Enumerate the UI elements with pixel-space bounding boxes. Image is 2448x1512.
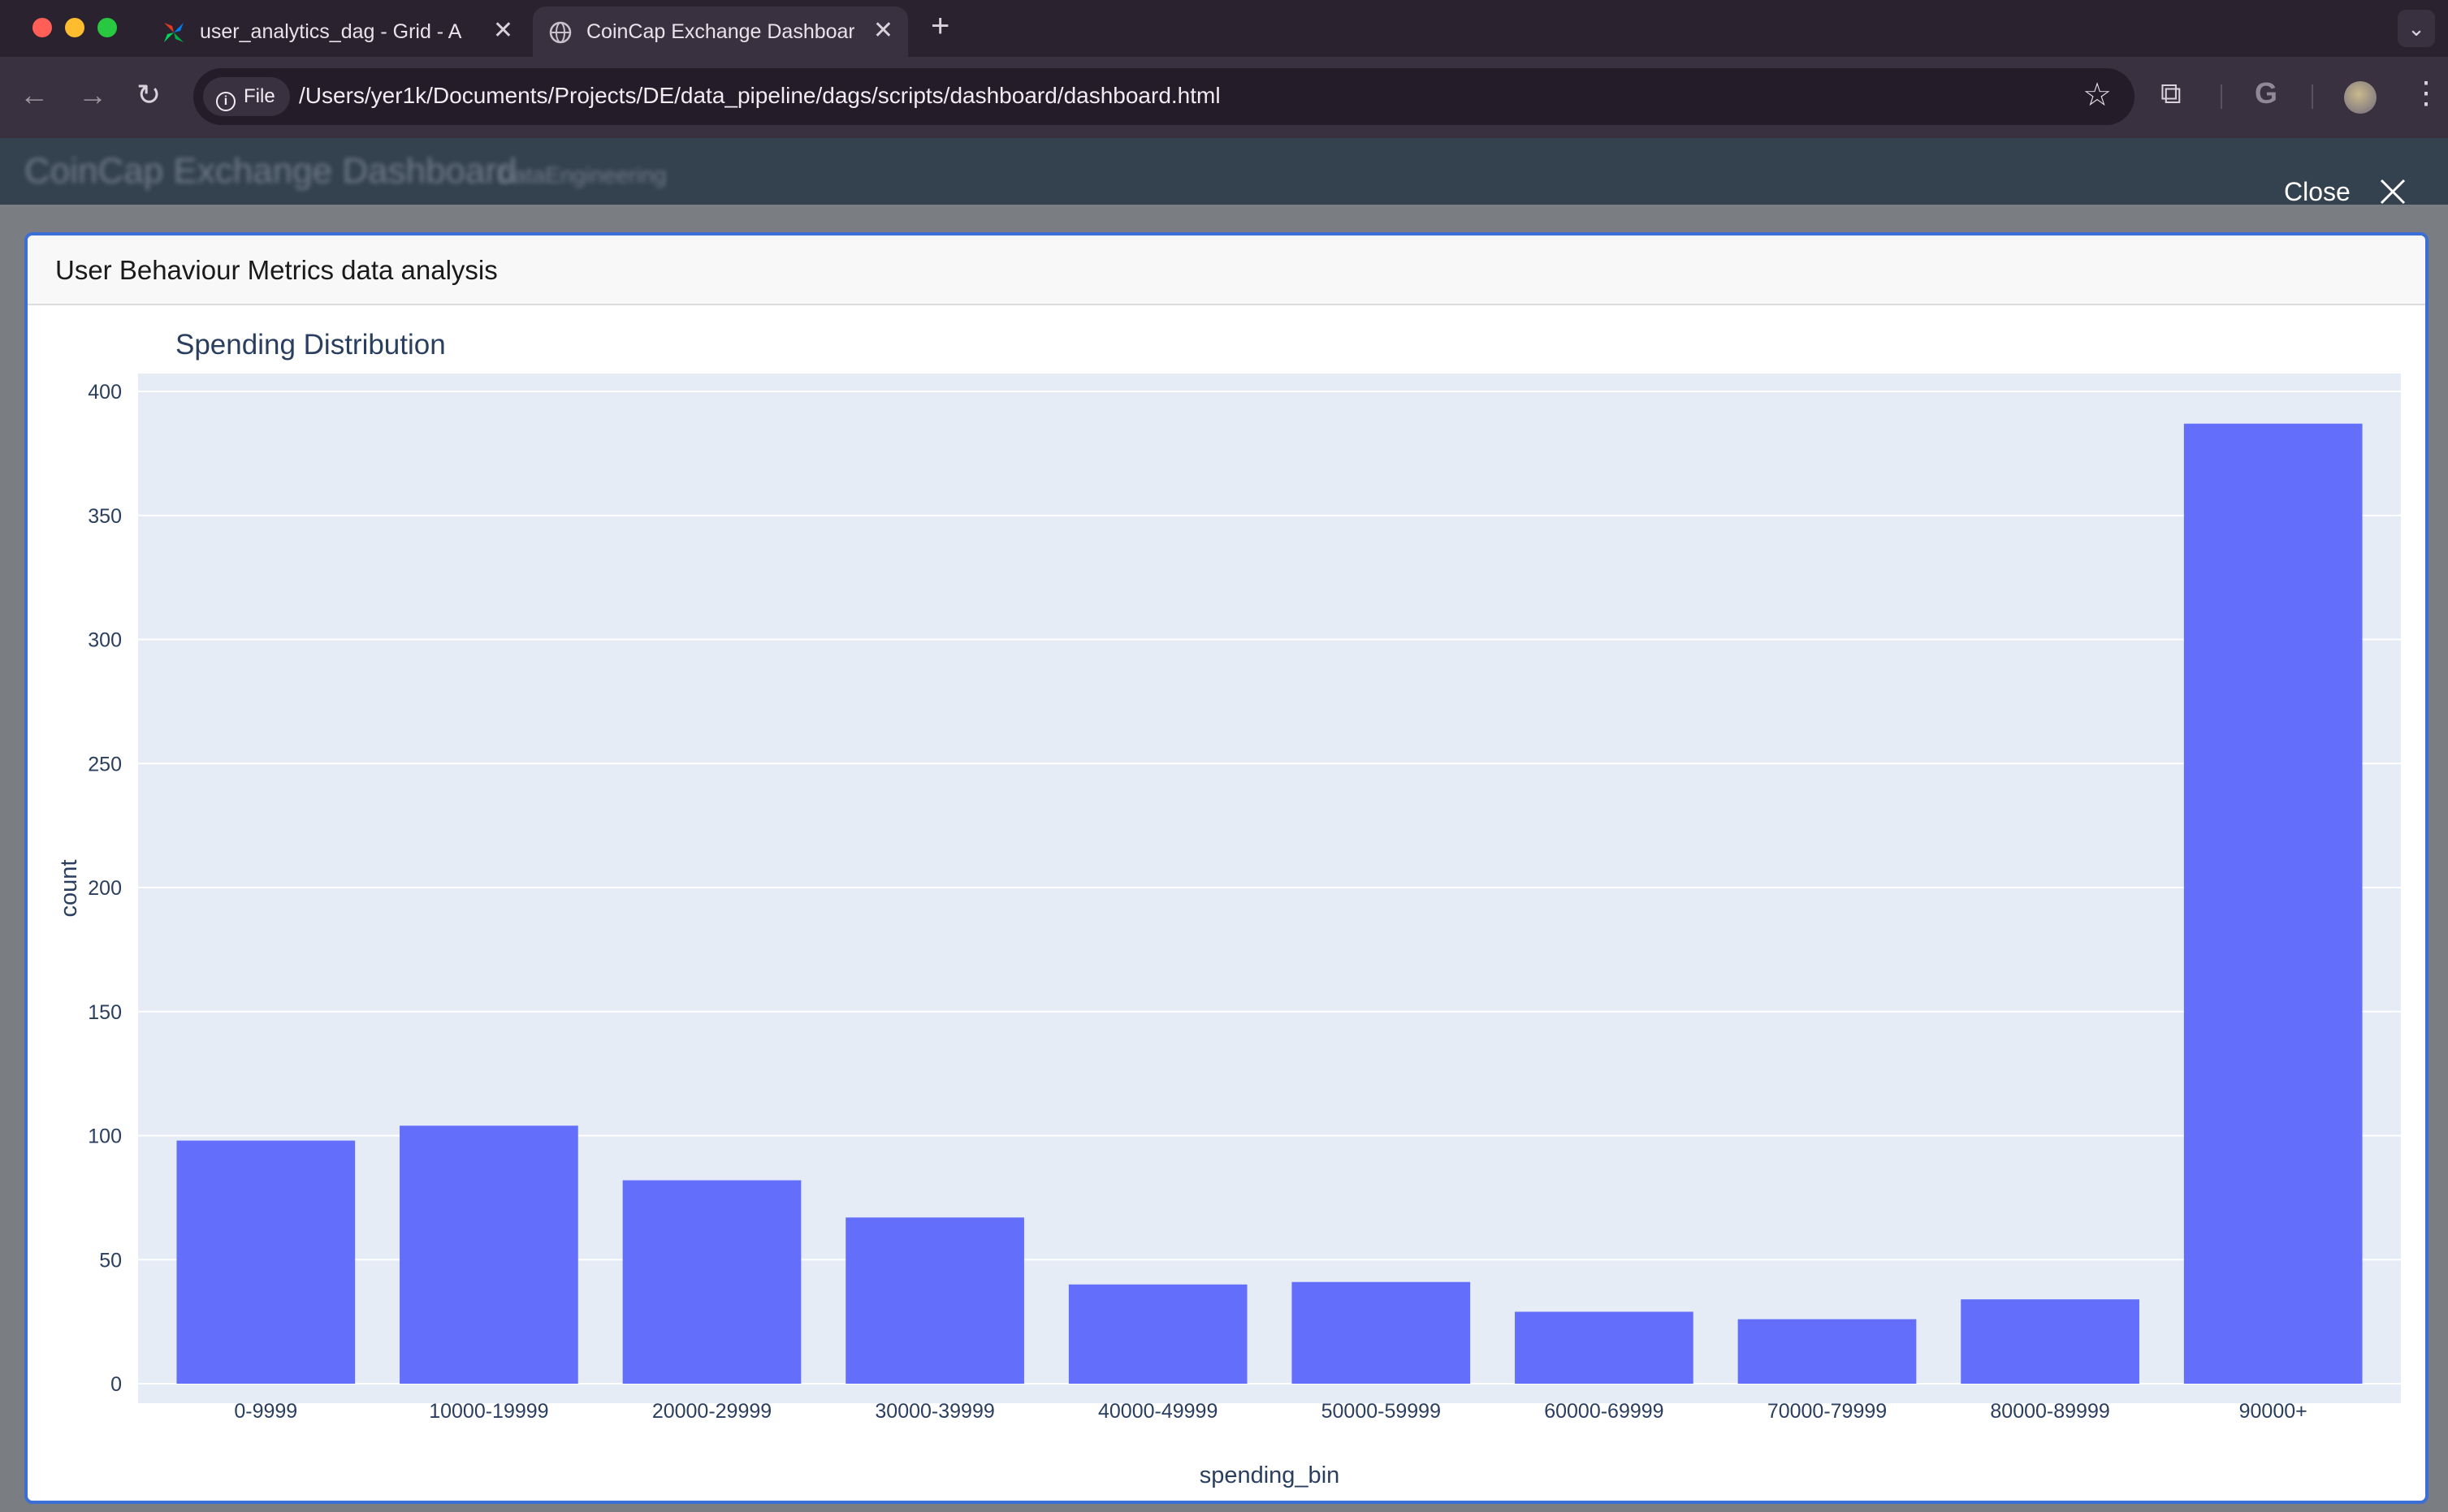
y-tick-label: 350 [88, 505, 122, 528]
x-tick-label: 50000-59999 [1321, 1400, 1441, 1423]
minimize-window-button[interactable] [65, 18, 84, 37]
bookmark-star-icon[interactable]: ☆ [2083, 76, 2112, 114]
extensions-puzzle-icon[interactable]: ⧉ [2160, 76, 2182, 111]
page-header: CoinCap Exchange Dashboard DataEngineeri… [0, 138, 2448, 205]
y-tick-label: 250 [88, 753, 122, 775]
bar-50000-59999[interactable] [1291, 1281, 1471, 1384]
forward-arrow-icon[interactable]: → [78, 78, 107, 112]
modal-header: User Behaviour Metrics data analysis [28, 235, 2425, 305]
bar-40000-49999[interactable] [1068, 1284, 1248, 1384]
url-text[interactable]: /Users/yer1k/Documents/Projects/DE/data_… [299, 83, 1221, 109]
bar-60000-69999[interactable] [1515, 1311, 1693, 1384]
y-tick-label: 400 [88, 381, 122, 404]
tab-title: user_analytics_dag - Grid - A [200, 20, 462, 43]
bar-90000+[interactable] [2183, 423, 2363, 1384]
y-tick-label: 100 [88, 1125, 122, 1148]
tab-title: CoinCap Exchange Dashboard [586, 20, 854, 43]
bar-20000-29999[interactable] [622, 1180, 802, 1384]
address-bar[interactable]: i File /Users/yer1k/Documents/Projects/DE… [193, 68, 2134, 125]
x-tick-label: 90000+ [2239, 1400, 2307, 1423]
globe-icon [549, 21, 572, 44]
x-axis-label: spending_bin [1200, 1462, 1340, 1488]
x-tick-label: 20000-29999 [652, 1400, 772, 1423]
x-tick-label: 10000-19999 [429, 1400, 548, 1423]
x-tick-label: 0-9999 [234, 1400, 297, 1423]
browser-toolbar: ← → ↻ i File /Users/yer1k/Documents/Proje… [0, 57, 2448, 138]
toolbar-divider [2221, 84, 2222, 109]
info-icon: i [216, 92, 236, 111]
site-chip-label: File [244, 85, 275, 107]
spending-distribution-chart: Spending Distribution 0 50 100 150 200 250 300… [56, 329, 2401, 1488]
site-info-chip[interactable]: i File [203, 77, 290, 116]
browser-tab-bar: user_analytics_dag - Grid - A ✕ CoinCap … [0, 0, 2448, 57]
y-tick-label: 0 [110, 1373, 122, 1396]
close-window-button[interactable] [32, 18, 52, 37]
airflow-icon [164, 23, 184, 42]
chart-title: Spending Distribution [175, 329, 446, 361]
x-tick-label: 40000-49999 [1098, 1400, 1218, 1423]
close-button[interactable]: Close [2284, 177, 2351, 207]
tab-search-button[interactable]: ⌄ [2398, 10, 2435, 47]
tab-airflow-grid[interactable]: user_analytics_dag - Grid - A ✕ [146, 6, 528, 57]
profile-avatar[interactable] [2344, 81, 2377, 114]
reload-icon[interactable]: ↻ [136, 78, 161, 112]
maximize-window-button[interactable] [97, 18, 117, 37]
tab-coincap-dashboard[interactable]: CoinCap Exchange Dashboard ✕ [533, 6, 908, 57]
x-tick-label: 70000-79999 [1767, 1400, 1887, 1423]
y-tick-labels: 0 50 100 150 200 250 300 350 400 [88, 381, 122, 1396]
analysis-modal: User Behaviour Metrics data analysis Spe… [24, 232, 2429, 1504]
y-tick-label: 150 [88, 1001, 122, 1024]
close-tab-icon[interactable]: ✕ [873, 16, 893, 45]
google-g-icon[interactable]: G [2255, 76, 2277, 110]
toolbar-divider [2312, 84, 2313, 109]
x-tick-labels: 0-9999 10000-19999 20000-29999 30000-39999 4… [234, 1400, 2307, 1423]
page-title: CoinCap Exchange Dashboard [24, 151, 517, 191]
bar-70000-79999[interactable] [1737, 1319, 1917, 1384]
y-tick-label: 200 [88, 877, 122, 900]
y-axis-label: count [56, 860, 82, 918]
page-subtitle: DataEngineering [497, 162, 667, 188]
close-tab-icon[interactable]: ✕ [493, 16, 513, 45]
kebab-menu-icon[interactable]: ⋮ [2411, 75, 2442, 111]
back-arrow-icon[interactable]: ← [19, 78, 49, 112]
bar-30000-39999[interactable] [846, 1217, 1024, 1384]
new-tab-button[interactable]: + [931, 8, 949, 45]
x-tick-label: 80000-89999 [1990, 1400, 2109, 1423]
bar-10000-19999[interactable] [400, 1125, 578, 1384]
x-tick-label: 60000-69999 [1544, 1400, 1663, 1423]
close-icon[interactable] [2377, 175, 2409, 208]
y-tick-label: 50 [99, 1249, 122, 1272]
y-tick-label: 300 [88, 629, 122, 652]
bar-0-9999[interactable] [176, 1140, 356, 1384]
x-tick-label: 30000-39999 [875, 1400, 994, 1423]
modal-title: User Behaviour Metrics data analysis [55, 255, 498, 285]
bar-80000-89999[interactable] [1961, 1299, 2139, 1384]
